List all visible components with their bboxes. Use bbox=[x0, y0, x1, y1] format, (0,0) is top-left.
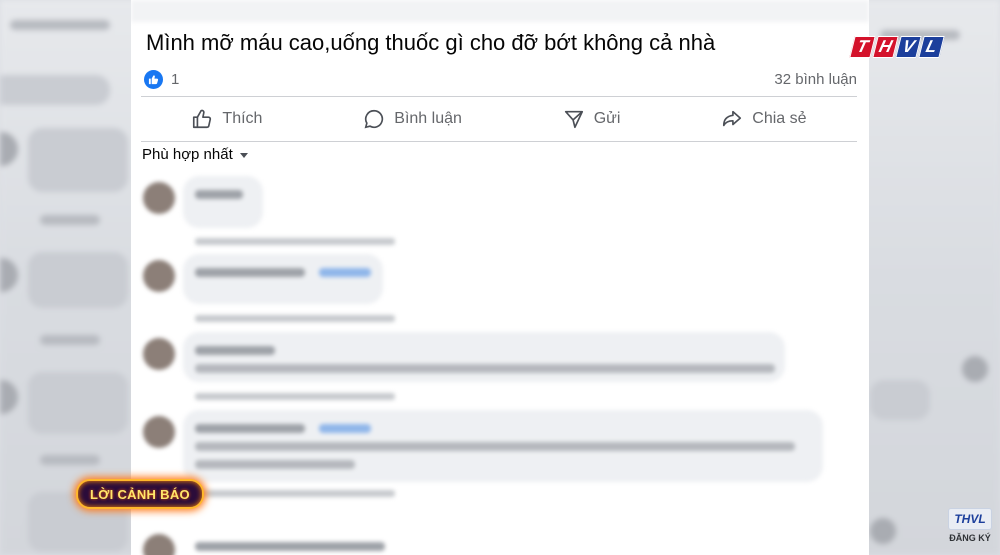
like-summary[interactable]: 1 bbox=[144, 69, 180, 89]
thumbs-up-icon bbox=[193, 109, 212, 129]
comment-count[interactable]: 32 bình luận bbox=[774, 71, 857, 88]
post-header-blurred bbox=[131, 0, 869, 22]
comment-button[interactable]: Bình luận bbox=[363, 108, 462, 130]
sort-label: Phù hợp nhất bbox=[142, 146, 233, 163]
avatar bbox=[143, 416, 175, 448]
comment-bubble bbox=[183, 176, 263, 228]
avatar bbox=[143, 182, 175, 214]
post-actions: Thích Bình luận Gửi Chia sẻ bbox=[141, 99, 857, 139]
comment-list-blurred bbox=[131, 172, 869, 555]
logo-letter-t: T bbox=[849, 36, 876, 58]
channel-logo: T H V L bbox=[849, 36, 945, 58]
comment-bubble bbox=[183, 332, 785, 382]
send-button[interactable]: Gửi bbox=[563, 108, 621, 130]
send-label: Gửi bbox=[593, 110, 621, 127]
warning-banner: LỜI CẢNH BÁO bbox=[76, 479, 204, 509]
comment-bubble bbox=[183, 254, 383, 304]
avatar bbox=[143, 260, 175, 292]
avatar bbox=[143, 338, 175, 370]
reactions-summary: 1 32 bình luận bbox=[144, 68, 857, 90]
caret-down-icon bbox=[239, 152, 248, 158]
share-label: Chia sẻ bbox=[752, 110, 807, 127]
avatar bbox=[143, 534, 175, 555]
comment-sort-dropdown[interactable]: Phù hợp nhất bbox=[142, 146, 249, 163]
logo-letter-l: L bbox=[918, 36, 945, 58]
logo-letter-v: V bbox=[895, 36, 922, 58]
share-button[interactable]: Chia sẻ bbox=[721, 108, 807, 130]
subscribe-label: ĐĂNG KÝ bbox=[949, 533, 991, 543]
like-reaction-icon bbox=[144, 69, 163, 89]
subscribe-logo: THVL bbox=[948, 508, 992, 530]
subscribe-button[interactable]: THVL ĐĂNG KÝ bbox=[946, 508, 994, 548]
comment-label: Bình luận bbox=[394, 110, 462, 127]
share-arrow-icon bbox=[723, 110, 742, 127]
divider-bottom bbox=[141, 141, 857, 142]
like-label: Thích bbox=[222, 110, 263, 127]
post-card: Mình mỡ máu cao,uống thuốc gì cho đỡ bớt… bbox=[131, 0, 869, 555]
like-button[interactable]: Thích bbox=[191, 108, 262, 130]
divider-top bbox=[141, 96, 857, 97]
send-icon bbox=[564, 110, 583, 129]
like-count: 1 bbox=[171, 70, 180, 88]
logo-letter-h: H bbox=[872, 36, 899, 58]
post-text: Mình mỡ máu cao,uống thuốc gì cho đỡ bớt… bbox=[146, 30, 716, 55]
comment-bubble-icon bbox=[364, 109, 384, 129]
